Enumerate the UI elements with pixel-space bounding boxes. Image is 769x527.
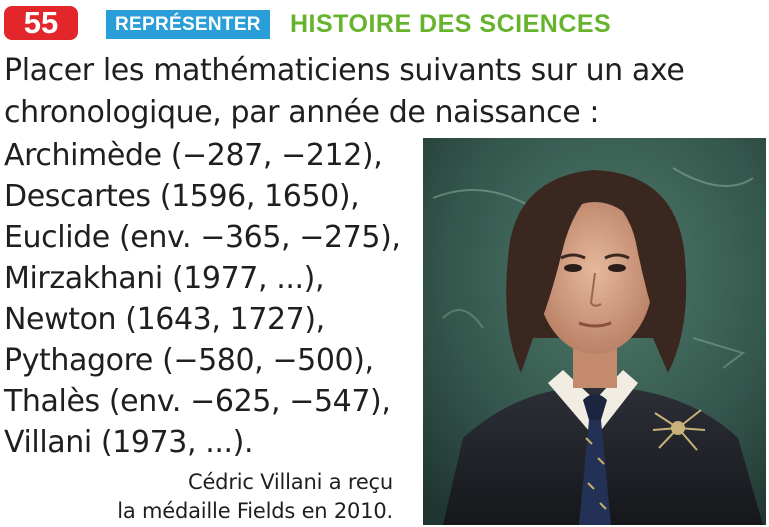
mathematician-list: Archimède (−287, −212), Descartes (1596,… [4, 135, 414, 463]
list-item: Archimède (−287, −212), [4, 138, 383, 173]
portrait-illustration [423, 138, 766, 525]
list-item: Newton (1643, 1727), [4, 302, 325, 337]
skill-tag: REPRÉSENTER [106, 10, 270, 39]
exercise-header: 55 REPRÉSENTER HISTOIRE DES SCIENCES [4, 6, 764, 42]
caption-line: la médaille Fields en 2010. [117, 499, 393, 523]
caption-line: Cédric Villani a reçu [188, 470, 393, 494]
list-item: Pythagore (−580, −500), [4, 343, 374, 378]
list-item: Euclide (env. −365, −275), [4, 220, 401, 255]
portrait-photo [423, 138, 766, 525]
photo-caption: Cédric Villani a reçu la médaille Fields… [0, 468, 393, 526]
topic-heading: HISTOIRE DES SCIENCES [290, 10, 612, 38]
exercise-instructions: Placer les mathématiciens suivants sur u… [4, 53, 685, 130]
list-item: Villani (1973, ...). [4, 425, 254, 460]
list-item: Thalès (env. −625, −547), [4, 384, 391, 419]
list-item: Descartes (1596, 1650), [4, 179, 360, 214]
exercise-number-badge: 55 [4, 6, 78, 40]
list-item: Mirzakhani (1977, ...), [4, 261, 325, 296]
